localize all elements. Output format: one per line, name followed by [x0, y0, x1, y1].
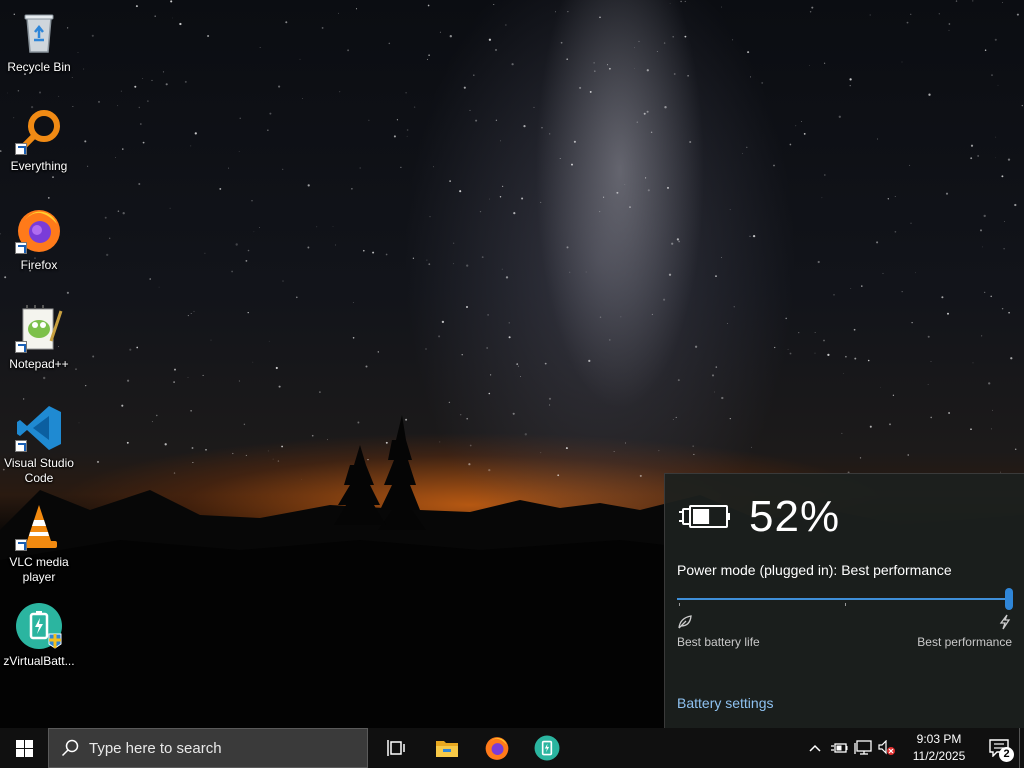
network-tray-button[interactable] — [851, 728, 875, 768]
file-explorer-icon — [436, 741, 458, 757]
notification-count-badge: 2 — [999, 747, 1014, 762]
notepadpp-icon — [15, 305, 63, 353]
shortcut-arrow-icon — [15, 143, 27, 155]
search-placeholder: Type here to search — [89, 739, 222, 757]
desktop-icon-zvirtualbattery[interactable]: zVirtualBatt... — [0, 602, 78, 669]
vlc-icon — [15, 503, 63, 551]
desktop-icon-firefox[interactable]: Firefox — [0, 206, 78, 273]
clock-date: 11/2/2025 — [912, 749, 966, 763]
lightning-icon — [999, 614, 1011, 630]
battery-tray-button[interactable] — [827, 728, 851, 768]
desktop-icon-everything[interactable]: Everything — [0, 107, 78, 174]
recycle-bin-icon — [15, 8, 63, 56]
action-center-button[interactable]: 2 — [979, 728, 1019, 768]
system-tray: 9:03 PM 11/2/2025 2 — [803, 728, 1024, 768]
desktop-icon-label: VLC media player — [9, 555, 69, 584]
desktop-icon-label: Notepad++ — [9, 357, 69, 371]
vscode-icon — [15, 404, 63, 452]
desktop-icon-label: Everything — [10, 159, 68, 173]
task-view-icon — [387, 740, 405, 756]
slider-track[interactable] — [677, 598, 1007, 600]
file-explorer-button[interactable] — [422, 728, 472, 768]
desktop-icon-label: Firefox — [20, 258, 58, 272]
taskbar-clock[interactable]: 9:03 PM 11/2/2025 — [899, 731, 979, 765]
show-hidden-icons-button[interactable] — [803, 728, 827, 768]
clock-time: 9:03 PM — [916, 732, 962, 746]
volume-muted-icon — [878, 740, 895, 755]
chevron-up-icon — [809, 744, 821, 752]
volume-tray-button[interactable] — [875, 728, 899, 768]
taskbar: Type here to search 9:03 PM 11/2/2025 2 — [0, 728, 1024, 768]
desktop-icon-label: Recycle Bin — [7, 60, 71, 74]
desktop-icon-recycle-bin[interactable]: Recycle Bin — [0, 8, 78, 75]
firefox-icon — [485, 737, 509, 760]
desktop-icon-vscode[interactable]: Visual Studio Code — [0, 404, 78, 486]
windows-logo-icon — [15, 739, 33, 757]
desktop-icon-vlc[interactable]: VLC media player — [0, 503, 78, 585]
taskbar-firefox-button[interactable] — [472, 728, 522, 768]
slider-thumb[interactable] — [1005, 588, 1013, 610]
start-button[interactable] — [0, 728, 48, 768]
taskbar-zvirtualbattery-button[interactable] — [522, 728, 572, 768]
shortcut-arrow-icon — [15, 242, 27, 254]
network-icon — [854, 740, 872, 755]
leaf-icon — [678, 615, 692, 629]
power-mode-slider[interactable] — [677, 586, 1013, 614]
firefox-icon — [15, 206, 63, 254]
desktop-icon-label: Visual Studio Code — [4, 456, 74, 485]
search-icon — [61, 739, 79, 757]
battery-percentage: 52% — [749, 492, 841, 541]
task-view-button[interactable] — [372, 728, 422, 768]
best-performance-label: Best performance — [917, 635, 1012, 649]
battery-plugged-icon — [679, 505, 730, 528]
best-battery-life-label: Best battery life — [677, 635, 760, 649]
taskbar-search-box[interactable]: Type here to search — [48, 728, 368, 768]
zvirtualbattery-icon — [534, 735, 560, 761]
everything-icon — [15, 107, 63, 155]
show-desktop-button[interactable] — [1019, 728, 1024, 768]
shortcut-arrow-icon — [15, 440, 27, 452]
shortcut-arrow-icon — [15, 539, 27, 551]
desktop-icon-label: zVirtualBatt... — [3, 654, 75, 668]
battery-status-row: 52% — [677, 492, 840, 542]
battery-charging-icon — [831, 743, 848, 753]
slider-tick — [845, 603, 846, 606]
battery-settings-link[interactable]: Battery settings — [677, 695, 774, 711]
slider-tick — [679, 603, 680, 606]
battery-flyout: 52% Power mode (plugged in): Best perfor… — [664, 473, 1024, 728]
shortcut-arrow-icon — [15, 341, 27, 353]
desktop-icon-notepadpp[interactable]: Notepad++ — [0, 305, 78, 372]
zvirtualbattery-icon — [15, 602, 63, 650]
power-mode-label: Power mode (plugged in): Best performanc… — [677, 562, 952, 578]
